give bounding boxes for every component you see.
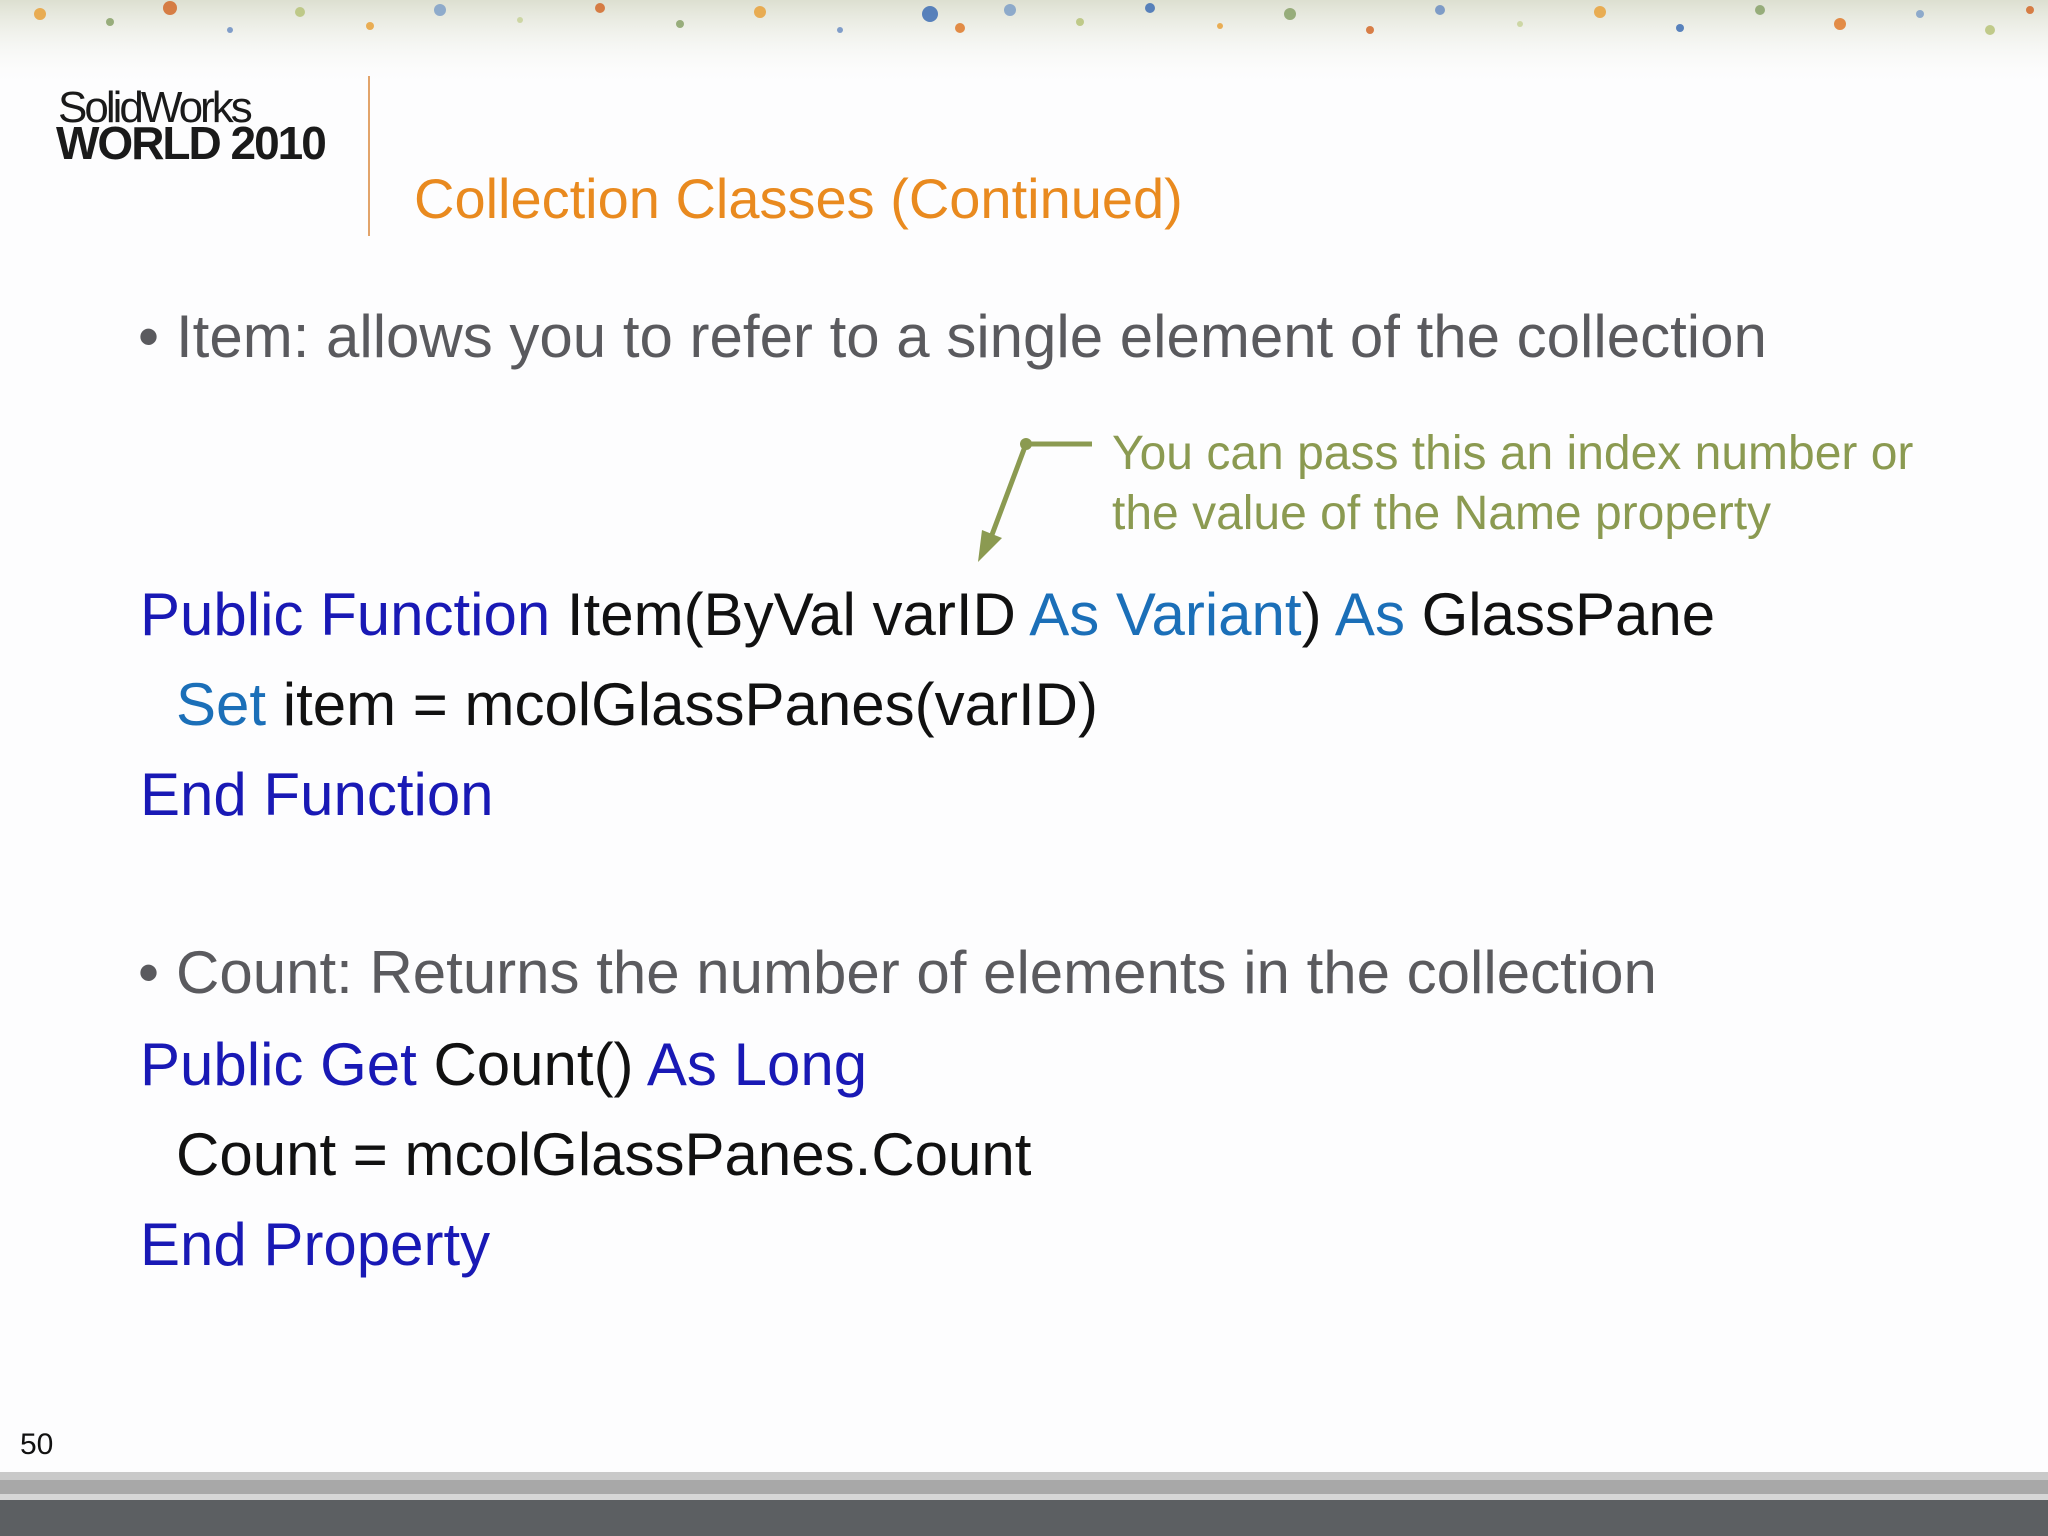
code-count-end: End Property bbox=[140, 1211, 491, 1278]
code-count-signature: Public Get Count() As Long bbox=[140, 1030, 867, 1099]
splatter-banner bbox=[0, 0, 2048, 90]
callout-line2: the value of the Name property bbox=[1112, 487, 1772, 540]
code-keyword: Set bbox=[176, 671, 267, 738]
callout-arrow-icon bbox=[978, 438, 1092, 562]
code-keyword: Public Function bbox=[140, 581, 551, 648]
code-text: item = mcolGlassPanes(varID) bbox=[266, 671, 1098, 738]
code-keyword: As bbox=[1334, 581, 1405, 648]
bullet-item: • Item: allows you to refer to a single e… bbox=[138, 302, 1767, 371]
solidworks-world-logo: SolidWorks WORLD 2010 bbox=[56, 86, 346, 169]
code-text: Item(ByVal varID bbox=[550, 581, 1030, 648]
code-item-body: Set item = mcolGlassPanes(varID) bbox=[176, 670, 1098, 739]
code-item-end: End Function bbox=[140, 761, 494, 828]
code-text: Count() bbox=[416, 1031, 647, 1098]
code-count-body: Count = mcolGlassPanes.Count bbox=[176, 1121, 1032, 1188]
bullet-item-text: Item: allows you to refer to a single el… bbox=[176, 303, 1767, 370]
slide: SolidWorks WORLD 2010 Collection Classes… bbox=[0, 0, 2048, 1536]
code-keyword: Public Get bbox=[140, 1031, 417, 1098]
bullet-dot: • bbox=[138, 939, 160, 1006]
header-divider bbox=[368, 76, 370, 236]
slide-title: Collection Classes (Continued) bbox=[414, 167, 1183, 230]
code-item-signature: Public Function Item(ByVal varID As Vari… bbox=[140, 580, 1715, 649]
page-number: 50 bbox=[20, 1428, 54, 1461]
code-text: ) bbox=[1301, 581, 1335, 648]
footer-band bbox=[0, 1472, 2048, 1536]
callout-note: You can pass this an index number or the… bbox=[1112, 424, 1913, 544]
code-keyword: As Variant bbox=[1029, 581, 1302, 648]
code-text: GlassPane bbox=[1404, 581, 1716, 648]
logo-line2: WORLD 2010 bbox=[56, 117, 327, 169]
code-keyword: As Long bbox=[646, 1031, 868, 1098]
bullet-dot: • bbox=[138, 303, 160, 370]
callout-line1: You can pass this an index number or bbox=[1112, 427, 1914, 480]
bullet-count-text: Count: Returns the number of elements in… bbox=[176, 939, 1657, 1006]
bullet-count: • Count: Returns the number of elements i… bbox=[138, 938, 1657, 1007]
